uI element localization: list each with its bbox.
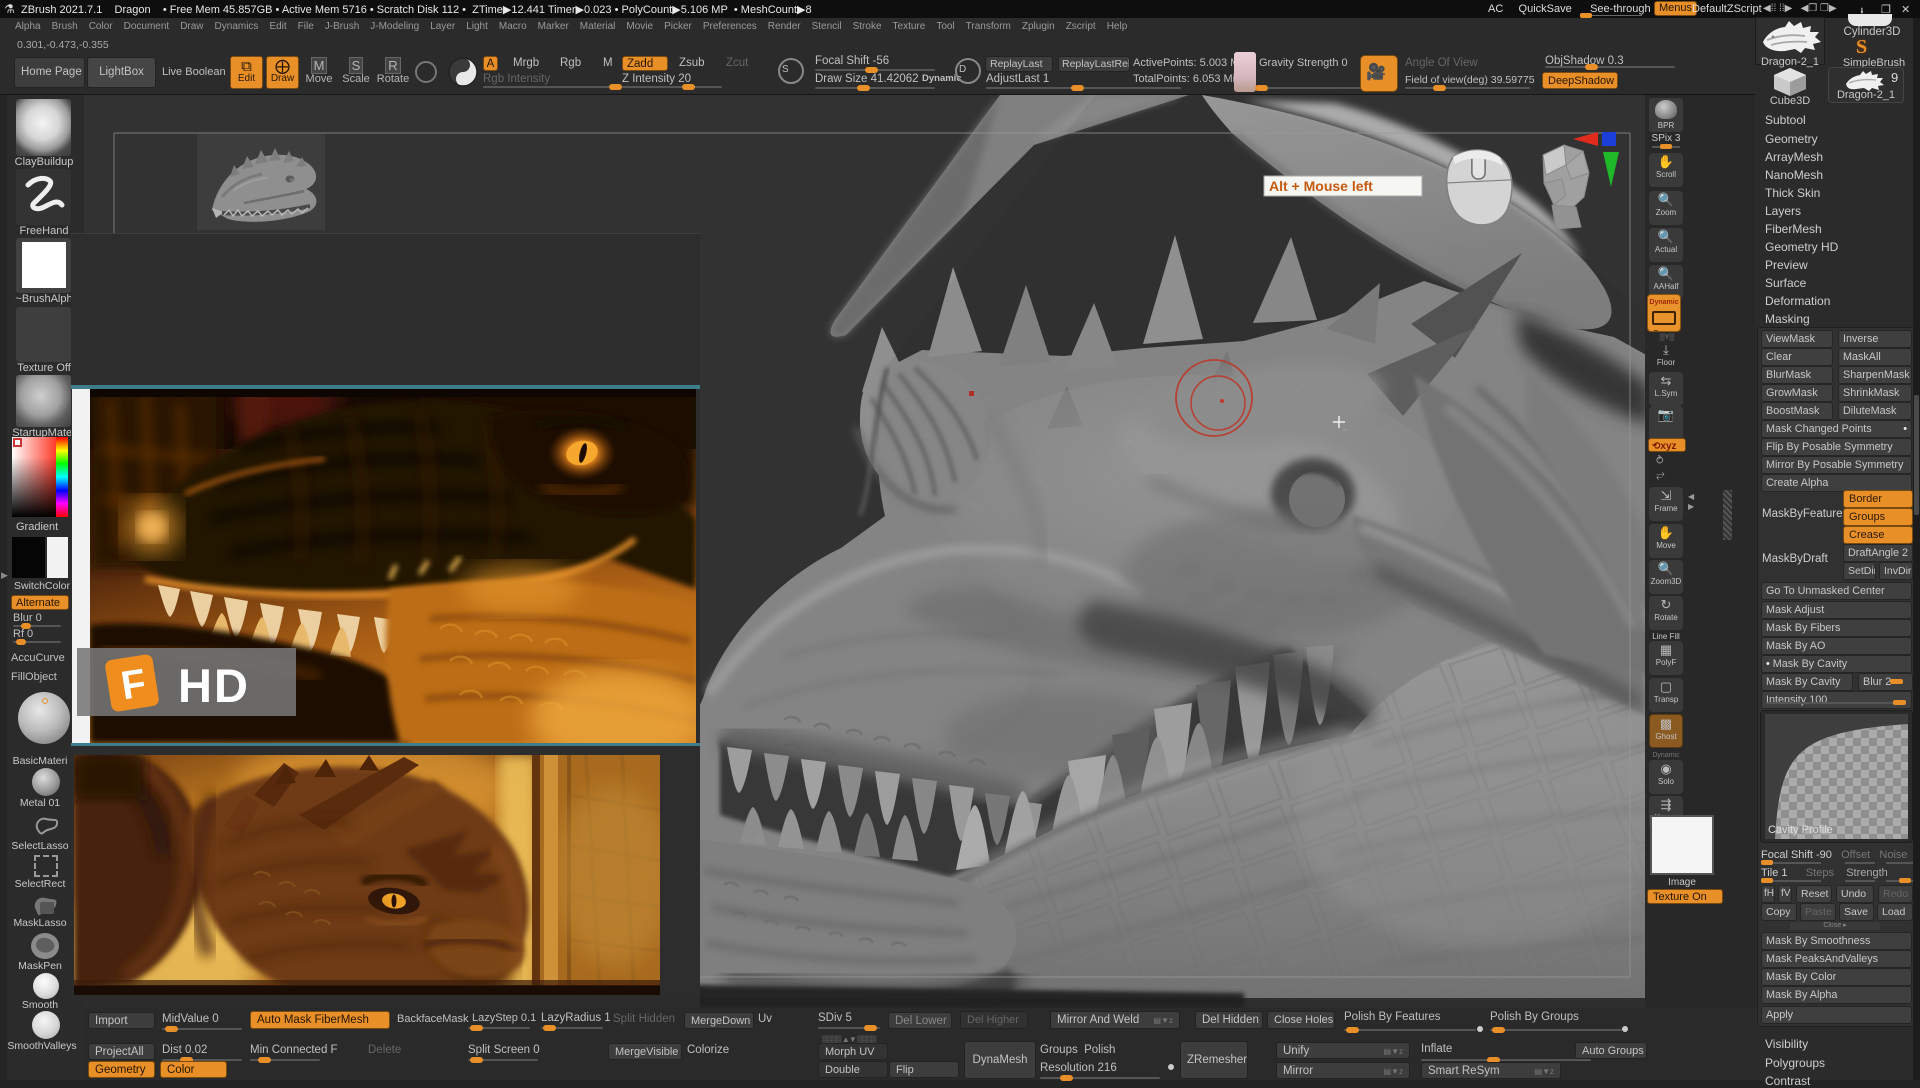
- svg-text:Alt + Mouse left: Alt + Mouse left: [1269, 178, 1373, 194]
